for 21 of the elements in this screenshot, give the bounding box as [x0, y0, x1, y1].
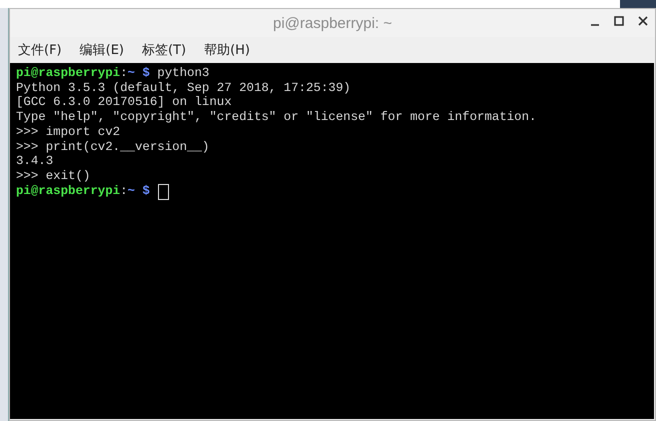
menu-item[interactable]: 标签(T): [140, 39, 188, 61]
terminal-text: :: [120, 184, 128, 199]
prompt-user: pi@raspberrypi: [16, 184, 120, 199]
terminal-text: >>> exit(): [16, 168, 90, 184]
terminal-text: python3: [156, 66, 210, 81]
close-icon[interactable]: [637, 15, 649, 27]
menu-item[interactable]: 文件(F): [16, 39, 64, 61]
window-title: pi@raspberrypi: ~: [272, 14, 392, 32]
terminal-text: >>> import cv2: [16, 124, 120, 140]
terminal-text: Python 3.5.3 (default, Sep 27 2018, 17:25:39): [16, 80, 351, 96]
prompt-path: ~ $: [128, 184, 150, 199]
terminal-text: Type "help", "copyright", "credits" or "license" for more information.: [16, 110, 536, 125]
maximize-icon[interactable]: [613, 15, 625, 27]
prompt-path: ~ $: [128, 66, 150, 81]
menu-item[interactable]: 编辑(E): [78, 39, 126, 61]
menu-item[interactable]: 帮助(H): [202, 39, 252, 61]
terminal-text: 3.4.3: [16, 154, 54, 169]
terminal-text: [GCC 6.3.0 20170516] on linux: [16, 95, 232, 110]
terminal-text: >>> print(cv2.__version__): [16, 140, 210, 154]
terminal-text: :: [120, 66, 128, 81]
prompt-user: pi@raspberrypi: [16, 66, 120, 81]
